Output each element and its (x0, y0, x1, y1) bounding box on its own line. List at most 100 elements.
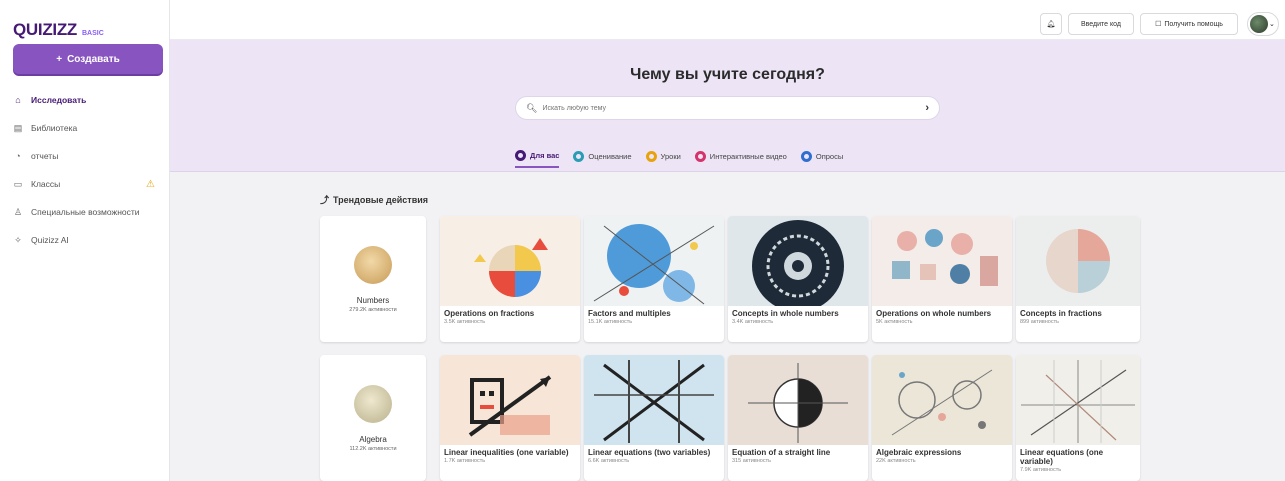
search-input[interactable] (542, 104, 921, 112)
activity-card[interactable]: Concepts in whole numbers 3.4K активност… (728, 216, 868, 342)
card-title: Algebraic expressions (876, 448, 962, 457)
avatar (1250, 15, 1268, 33)
card-title: Factors and multiples (588, 309, 671, 318)
sidebar-item-label: Quizizz AI (31, 235, 69, 245)
card-title: Equation of a straight line (732, 448, 831, 457)
search-bar[interactable]: 🔍︎ › (515, 96, 940, 120)
create-button-label: Создавать (67, 53, 120, 65)
card-thumbnail (728, 355, 868, 445)
tab-label: Оценивание (588, 152, 632, 161)
bell-icon: 🔔︎ (1046, 21, 1056, 28)
card-meta: 3.4K активность (732, 319, 774, 325)
activity-card[interactable]: Operations on fractions 3.5K активность (440, 216, 580, 342)
sidebar: QUIZIZZ BASIC + Создавать ⌂ Исследовать … (0, 0, 170, 481)
top-bar: 🔔︎ Введите код ☐ Получить помощь ⌄ (170, 0, 1285, 40)
sidebar-item-label: Библиотека (31, 123, 78, 133)
trending-icon: ⤴ (320, 195, 330, 205)
plan-badge: BASIC (82, 30, 104, 37)
tab-label: Уроки (660, 152, 681, 161)
sidebar-item-reports[interactable]: ◔ отчеты (13, 142, 163, 170)
card-title: Linear inequalities (one variable) (444, 448, 569, 457)
card-title: Operations on whole numbers (876, 309, 992, 318)
topic-meta: 112.2K активности (349, 445, 397, 452)
activity-card[interactable]: Equation of a straight line 315 активнос… (728, 355, 868, 481)
logo-wordmark: QUIZIZZ (13, 20, 77, 39)
tab-label: Интерактивные видео (709, 152, 787, 161)
sidebar-item-label: Специальные возможности (31, 207, 140, 217)
lesson-icon (645, 151, 657, 162)
activity-card[interactable]: Linear equations (one variable) 7.9K акт… (1016, 355, 1140, 481)
sidebar-item-explore[interactable]: ⌂ Исследовать (13, 86, 163, 114)
library-icon: ▤ (13, 122, 23, 133)
card-meta: 22K активность (876, 458, 916, 464)
tab-polls[interactable]: Опросы (800, 150, 843, 168)
sidebar-item-library[interactable]: ▤ Библиотека (13, 114, 163, 142)
card-thumbnail (584, 216, 724, 306)
for-you-icon (515, 150, 526, 161)
topic-card-numbers[interactable]: Numbers 279.2K активности (320, 216, 426, 342)
activity-card[interactable]: Linear inequalities (one variable) 1.7K … (440, 355, 580, 481)
join-code-button[interactable]: Введите код (1068, 13, 1134, 35)
user-menu[interactable]: ⌄ (1247, 12, 1279, 36)
logo[interactable]: QUIZIZZ BASIC (13, 20, 104, 40)
content-tabs: Для вас Оценивание Уроки Интерактивные в… (515, 150, 843, 168)
sidebar-item-label: Классы (31, 179, 61, 189)
activity-card[interactable]: Operations on whole numbers 5K активност… (872, 216, 1012, 342)
tab-interactive-videos[interactable]: Интерактивные видео (694, 150, 787, 168)
bell-button[interactable]: 🔔︎ (1040, 13, 1062, 35)
ai-icon: ✧ (14, 234, 22, 245)
video-icon (694, 151, 706, 162)
card-thumbnail (728, 216, 868, 306)
tab-for-you[interactable]: Для вас (515, 150, 560, 168)
join-code-label: Введите код (1081, 20, 1121, 28)
home-icon: ⌂ (15, 95, 21, 105)
hero-section: Чему вы учите сегодня? 🔍︎ › Для вас Оцен… (170, 40, 1285, 172)
card-thumbnail (1016, 216, 1140, 306)
reports-icon: ◔ (15, 151, 21, 161)
card-meta: 5K активность (876, 319, 913, 325)
card-thumbnail (440, 216, 580, 306)
accessibility-icon: ♙ (13, 206, 23, 217)
create-button[interactable]: + Создавать (13, 44, 163, 74)
chevron-down-icon: ⌄ (1269, 21, 1275, 28)
card-thumbnail (584, 355, 724, 445)
warning-icon: ⚠ (146, 178, 155, 190)
activity-card[interactable]: Concepts in fractions 899 активность (1016, 216, 1140, 342)
sidebar-item-classes[interactable]: ▭ Классы ⚠ (13, 170, 163, 198)
activity-card[interactable]: Linear equations (two variables) 6.6K ак… (584, 355, 724, 481)
card-meta: 6.6K активность (588, 458, 630, 464)
card-thumbnail (872, 216, 1012, 306)
section-title-label: Трендовые действия (333, 194, 429, 205)
plus-icon: + (56, 53, 63, 65)
sidebar-item-label: отчеты (31, 151, 59, 161)
topic-title: Numbers (356, 295, 390, 305)
activity-card[interactable]: Factors and multiples 15.1K активность (584, 216, 724, 342)
card-thumbnail (872, 355, 1012, 445)
card-title: Linear equations (two variables) (588, 448, 711, 457)
sidebar-item-label: Исследовать (31, 95, 87, 105)
sidebar-item-accessibility[interactable]: ♙ Специальные возможности (13, 198, 163, 226)
card-meta: 7.9K активность (1020, 467, 1062, 473)
card-meta: 899 активность (1020, 319, 1059, 325)
card-thumbnail (1016, 355, 1140, 445)
tab-lessons[interactable]: Уроки (645, 150, 681, 168)
search-icon: 🔍︎ (526, 102, 538, 113)
help-label: Получить помощь (1164, 20, 1223, 28)
card-title: Operations on fractions (444, 309, 535, 318)
sidebar-item-ai[interactable]: ✧ Quizizz AI (13, 226, 163, 254)
tab-assessments[interactable]: Оценивание (573, 150, 632, 168)
section-title: ⤴ Трендовые действия (320, 193, 428, 206)
tab-label: Для вас (530, 151, 560, 160)
topic-meta: 279.2K активности (349, 306, 397, 313)
card-meta: 315 активность (732, 458, 771, 464)
search-submit-icon[interactable]: › (925, 102, 929, 114)
topic-card-algebra[interactable]: Algebra 112.2K активности (320, 355, 426, 481)
card-title: Concepts in whole numbers (732, 309, 839, 318)
activity-card[interactable]: Algebraic expressions 22K активность (872, 355, 1012, 481)
sidebar-nav: ⌂ Исследовать ▤ Библиотека ◔ отчеты ▭ Кл… (13, 86, 163, 254)
topic-title: Algebra (359, 434, 387, 444)
card-title: Linear equations (one variable) (1020, 448, 1104, 466)
card-meta: 15.1K активность (588, 319, 633, 325)
help-button[interactable]: ☐ Получить помощь (1140, 13, 1238, 35)
assessment-icon (573, 151, 585, 162)
